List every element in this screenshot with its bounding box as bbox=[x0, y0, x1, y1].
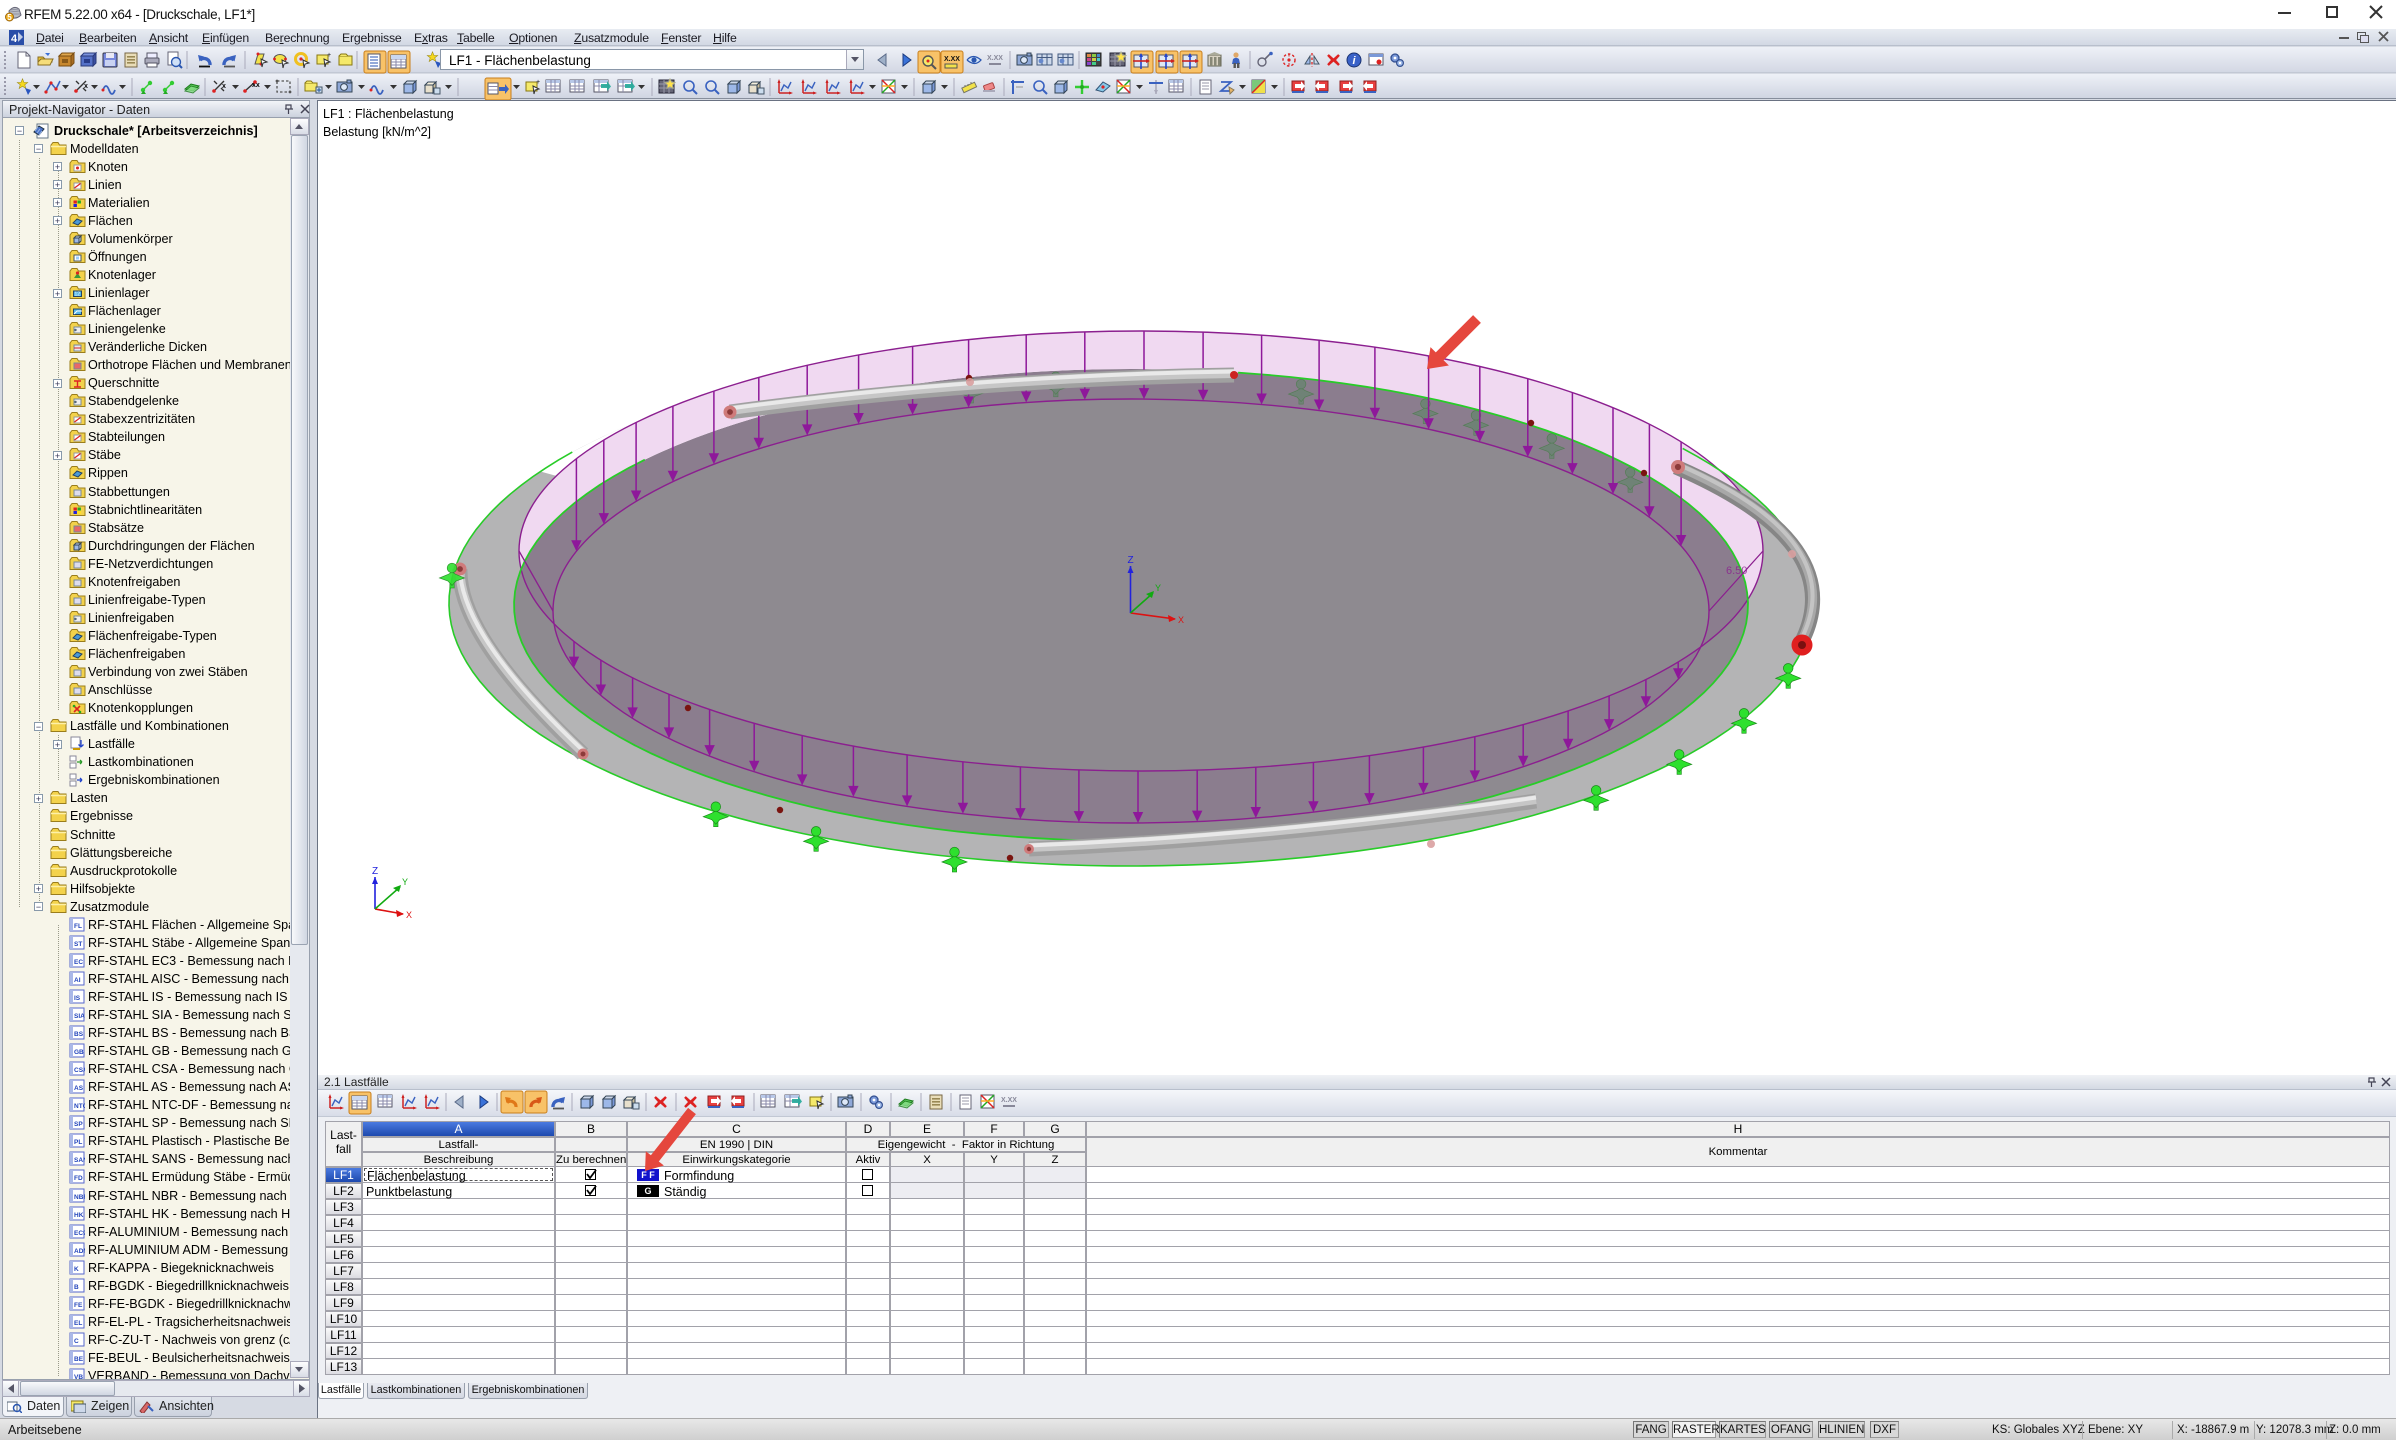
svg-text:Z: Z bbox=[1128, 555, 1134, 566]
svg-text:HK: HK bbox=[74, 1212, 84, 1219]
svg-text:+: + bbox=[327, 52, 331, 59]
svg-text:CSA: CSA bbox=[74, 1067, 85, 1074]
svg-text:EC: EC bbox=[74, 959, 83, 966]
svg-text:C: C bbox=[74, 1338, 79, 1345]
svg-text:FE: FE bbox=[74, 1302, 83, 1309]
svg-text:K: K bbox=[74, 1266, 79, 1273]
svg-text:Y: Y bbox=[402, 877, 408, 887]
svg-text:12: 12 bbox=[75, 292, 81, 298]
svg-text:+: + bbox=[820, 1094, 824, 1101]
svg-text:Z: Z bbox=[372, 866, 378, 877]
svg-text:6.50: 6.50 bbox=[1726, 565, 1747, 577]
svg-text:X.XX: X.XX bbox=[944, 56, 960, 63]
svg-text:BS: BS bbox=[74, 1031, 84, 1038]
svg-text:EL: EL bbox=[74, 1320, 82, 1327]
svg-text:5: 5 bbox=[7, 13, 12, 22]
svg-text:x: x bbox=[222, 83, 226, 90]
svg-text:IS: IS bbox=[74, 995, 81, 1002]
svg-text:ST: ST bbox=[74, 941, 82, 948]
svg-text:x: x bbox=[84, 83, 88, 90]
svg-text:EC9: EC9 bbox=[74, 1230, 85, 1237]
svg-text:NBR: NBR bbox=[74, 1194, 85, 1201]
svg-text:GB: GB bbox=[74, 1049, 84, 1056]
svg-text:Y: Y bbox=[1155, 583, 1161, 593]
svg-text:AI: AI bbox=[74, 977, 81, 984]
svg-text:FL: FL bbox=[74, 923, 82, 930]
svg-text:NTC: NTC bbox=[74, 1103, 85, 1110]
svg-text:X.XX: X.XX bbox=[987, 55, 1003, 62]
svg-text:PL: PL bbox=[74, 1139, 82, 1146]
svg-text:FD: FD bbox=[74, 1175, 83, 1182]
svg-text:SP: SP bbox=[74, 1121, 83, 1128]
svg-text:X.XX: X.XX bbox=[1001, 1097, 1017, 1104]
svg-text:B: B bbox=[74, 1284, 79, 1291]
svg-text:4: 4 bbox=[11, 33, 18, 45]
svg-text:AS: AS bbox=[74, 1085, 84, 1092]
svg-text:ADM: ADM bbox=[74, 1248, 85, 1255]
svg-text:+: + bbox=[536, 79, 540, 86]
svg-text:BE: BE bbox=[74, 1356, 84, 1363]
svg-text:X: X bbox=[1178, 615, 1184, 625]
svg-text:SAN: SAN bbox=[74, 1157, 85, 1164]
svg-text:X: X bbox=[406, 910, 412, 920]
svg-text:SIA: SIA bbox=[74, 1013, 85, 1020]
